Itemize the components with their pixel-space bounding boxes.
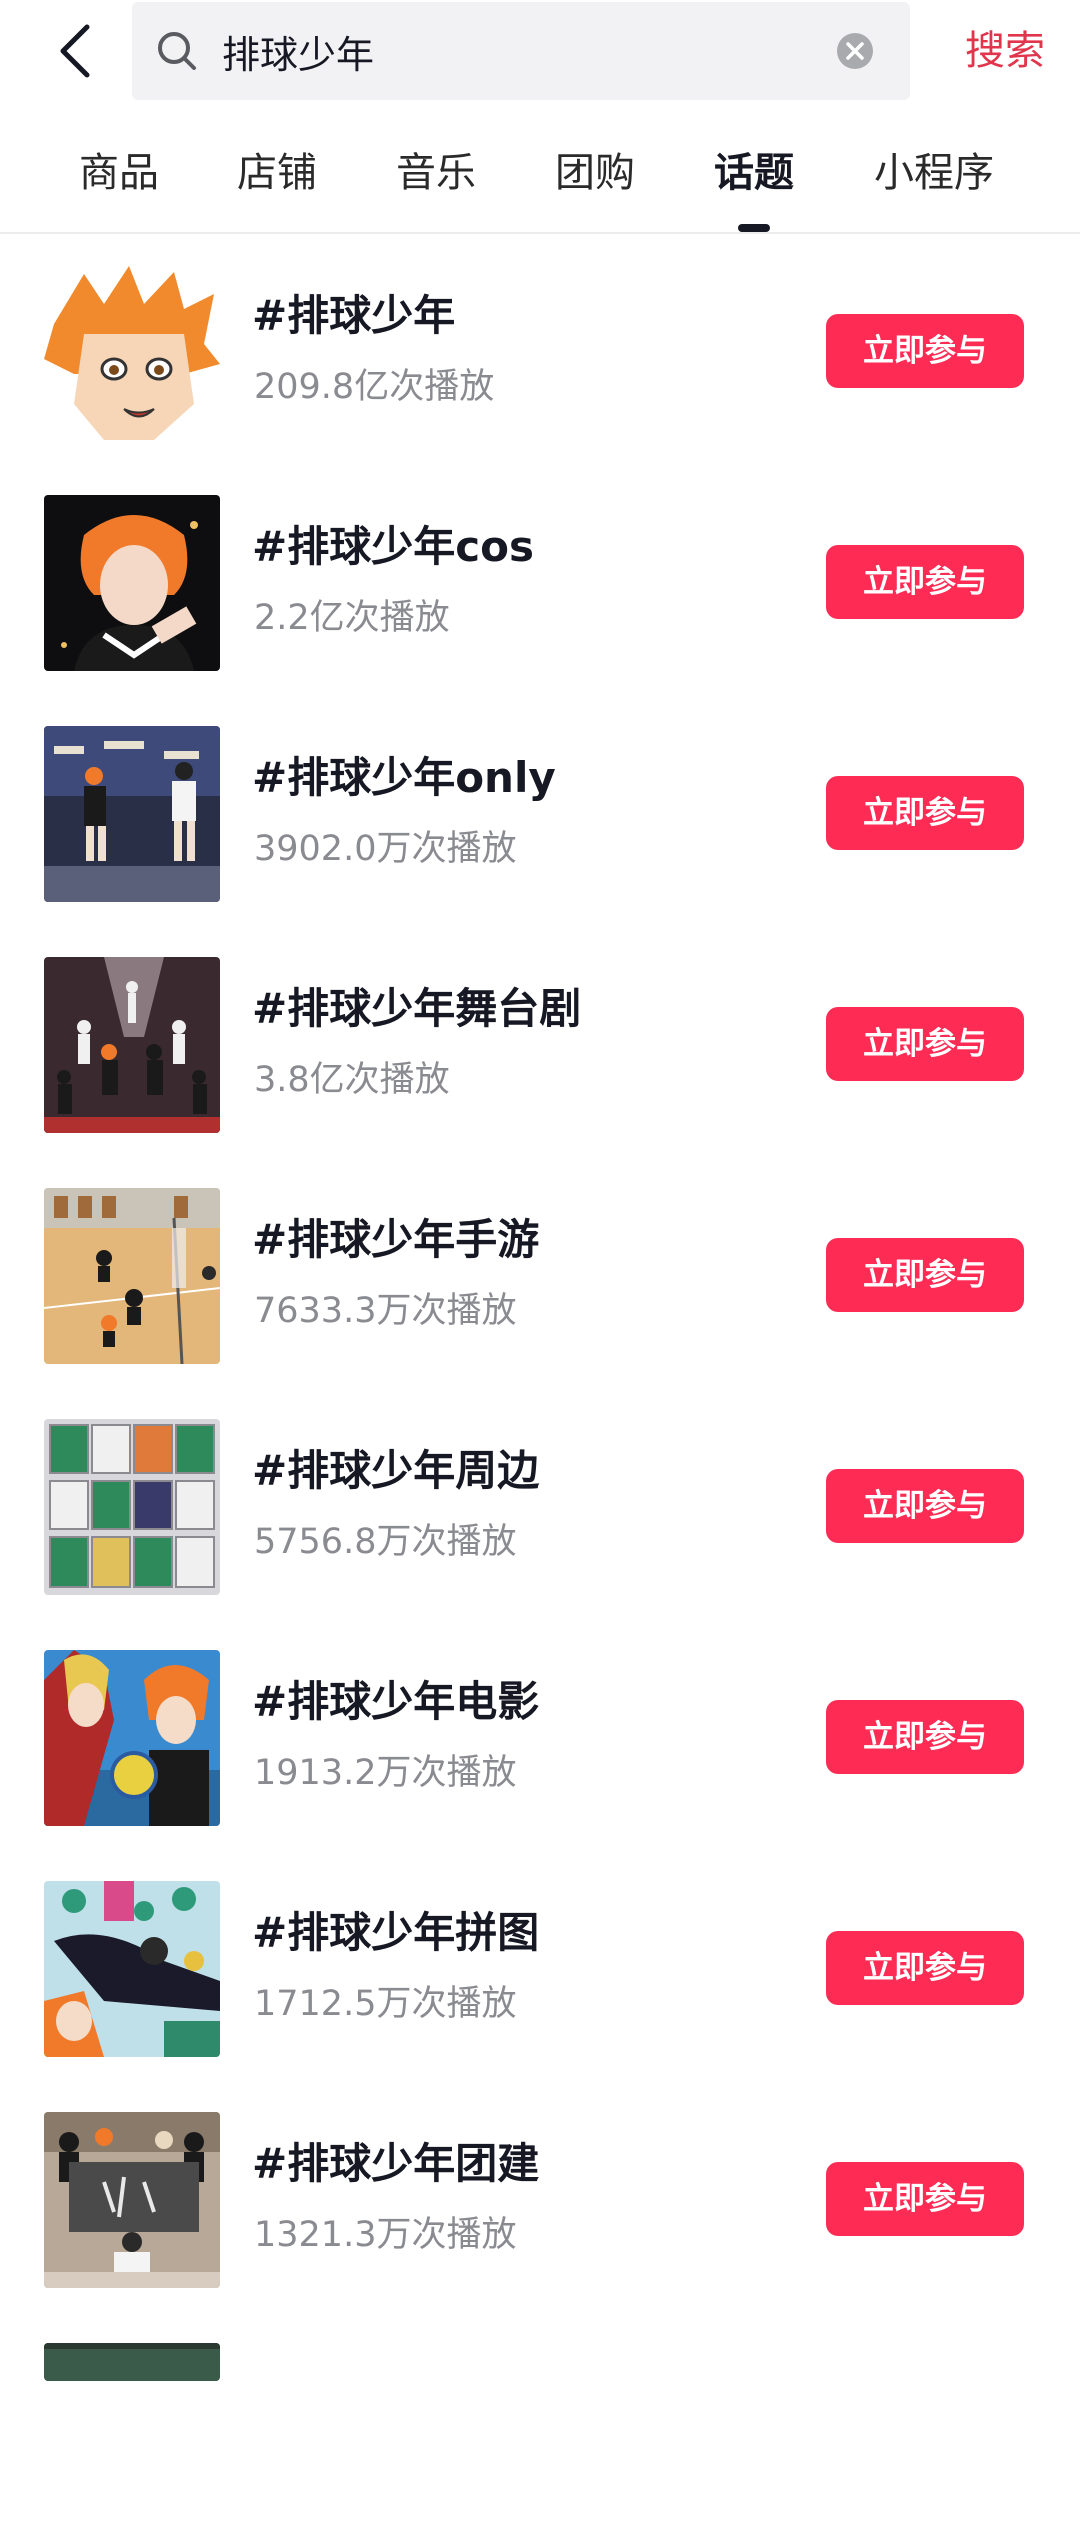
topic-view-count: 209.8亿次播放 bbox=[254, 367, 495, 407]
tab-group-buy[interactable]: 团购 bbox=[554, 128, 636, 228]
tab-music[interactable]: 音乐 bbox=[395, 128, 477, 228]
topic-thumbnail bbox=[44, 1188, 220, 1364]
join-topic-button[interactable]: 立即参与 bbox=[826, 2162, 1024, 2236]
topic-row[interactable]: #排球少年拼图 1712.5万次播放 立即参与 bbox=[0, 1851, 1080, 2082]
back-button[interactable] bbox=[40, 12, 110, 90]
topic-view-count: 5756.8万次播放 bbox=[254, 1522, 517, 1562]
search-box[interactable] bbox=[132, 2, 910, 100]
topic-row[interactable]: #排球少年only 3902.0万次播放 立即参与 bbox=[0, 696, 1080, 927]
join-topic-button[interactable]: 立即参与 bbox=[826, 1007, 1024, 1081]
search-icon bbox=[158, 32, 196, 70]
join-topic-button[interactable]: 立即参与 bbox=[826, 1700, 1024, 1774]
topic-row[interactable]: #排球少年周边 5756.8万次播放 立即参与 bbox=[0, 1389, 1080, 1620]
topic-title: #排球少年手游 bbox=[252, 1215, 540, 1264]
search-header: 搜索 bbox=[0, 0, 1080, 102]
topic-row[interactable]: #排球少年电影 1913.2万次播放 立即参与 bbox=[0, 1620, 1080, 1851]
topic-thumbnail bbox=[44, 957, 220, 1133]
topic-title: #排球少年周边 bbox=[252, 1446, 540, 1495]
topic-title: #排球少年舞台剧 bbox=[252, 984, 582, 1033]
topic-thumbnail bbox=[44, 2343, 220, 2381]
topic-thumbnail bbox=[44, 1650, 220, 1826]
tab-topics[interactable]: 话题 bbox=[712, 128, 796, 228]
topic-row[interactable]: #排球少年 209.8亿次播放 立即参与 bbox=[0, 234, 1080, 465]
topic-view-count: 1712.5万次播放 bbox=[254, 1984, 517, 2024]
topic-view-count: 2.2亿次播放 bbox=[254, 598, 450, 638]
tab-mini-programs[interactable]: 小程序 bbox=[872, 128, 996, 228]
tab-stores[interactable]: 店铺 bbox=[236, 128, 318, 228]
topic-thumbnail bbox=[44, 495, 220, 671]
clear-circle-icon[interactable] bbox=[836, 32, 874, 70]
join-topic-button[interactable]: 立即参与 bbox=[826, 545, 1024, 619]
topic-thumbnail bbox=[44, 2112, 220, 2288]
topic-thumbnail bbox=[44, 726, 220, 902]
search-input[interactable] bbox=[222, 2, 802, 100]
topic-title: #排球少年 bbox=[252, 291, 456, 340]
topic-title: #排球少年拼图 bbox=[252, 1908, 540, 1957]
topic-title: #排球少年电影 bbox=[252, 1677, 540, 1726]
category-tabs: 商品 店铺 音乐 团购 话题 小程序 bbox=[0, 128, 1080, 234]
topic-thumbnail bbox=[44, 1881, 220, 2057]
search-submit-button[interactable]: 搜索 bbox=[950, 18, 1060, 84]
topic-row[interactable]: #排球少年舞台剧 3.8亿次播放 立即参与 bbox=[0, 927, 1080, 1158]
topic-view-count: 1321.3万次播放 bbox=[254, 2215, 517, 2255]
topic-title: #排球少年cos bbox=[252, 522, 534, 571]
chevron-left-icon bbox=[60, 24, 90, 78]
topic-row[interactable]: #排球少年手游 7633.3万次播放 立即参与 bbox=[0, 1158, 1080, 1389]
topic-thumbnail bbox=[44, 1419, 220, 1595]
topic-title: #排球少年only bbox=[252, 753, 556, 802]
topic-view-count: 1913.2万次播放 bbox=[254, 1753, 517, 1793]
join-topic-button[interactable]: 立即参与 bbox=[826, 1469, 1024, 1543]
topic-row-partial[interactable] bbox=[0, 2313, 1080, 2544]
join-topic-button[interactable]: 立即参与 bbox=[826, 776, 1024, 850]
topic-view-count: 3902.0万次播放 bbox=[254, 829, 517, 869]
active-tab-indicator bbox=[738, 224, 770, 232]
join-topic-button[interactable]: 立即参与 bbox=[826, 314, 1024, 388]
topic-view-count: 3.8亿次播放 bbox=[254, 1060, 450, 1100]
topic-row[interactable]: #排球少年cos 2.2亿次播放 立即参与 bbox=[0, 465, 1080, 696]
topic-thumbnail bbox=[44, 264, 220, 440]
tab-products[interactable]: 商品 bbox=[78, 128, 160, 228]
join-topic-button[interactable]: 立即参与 bbox=[826, 1238, 1024, 1312]
topic-row[interactable]: #排球少年团建 1321.3万次播放 立即参与 bbox=[0, 2082, 1080, 2313]
topic-view-count: 7633.3万次播放 bbox=[254, 1291, 517, 1331]
join-topic-button[interactable]: 立即参与 bbox=[826, 1931, 1024, 2005]
topic-title: #排球少年团建 bbox=[252, 2139, 540, 2188]
